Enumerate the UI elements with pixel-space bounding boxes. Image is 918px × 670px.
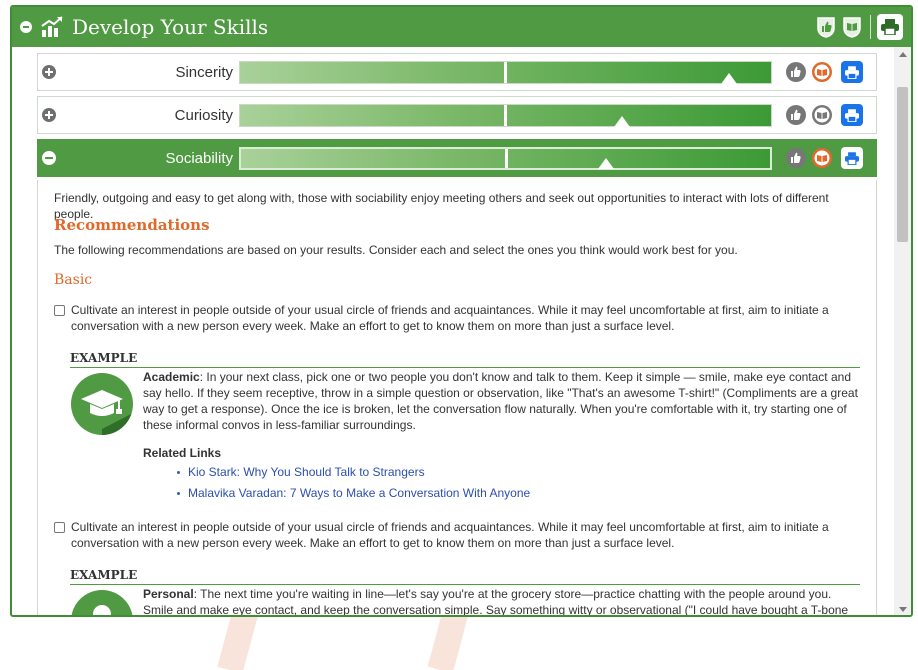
- page-title: Develop Your Skills: [72, 15, 269, 39]
- scroll-up-arrow-icon[interactable]: [899, 52, 907, 57]
- panel-header: Develop Your Skills: [12, 7, 911, 47]
- skill-label: Curiosity: [174, 106, 233, 124]
- print-row-button[interactable]: [841, 61, 863, 83]
- expand-icon[interactable]: [42, 65, 56, 79]
- print-icon: [881, 19, 899, 35]
- skills-scroll-area[interactable]: Sincerity Curiosity Sociability Friendly…: [12, 47, 895, 617]
- score-marker: [614, 115, 631, 127]
- recommendations-intro: The following recommendations are based …: [54, 243, 738, 257]
- recommendations-heading: Recommendations: [54, 216, 210, 234]
- develop-skills-panel: Develop Your Skills Sincerity Curiosity …: [10, 5, 913, 617]
- recommendation-text: Cultivate an interest in people outside …: [71, 303, 829, 333]
- midpoint-line: [504, 104, 507, 126]
- book-icon[interactable]: [811, 147, 833, 169]
- related-link[interactable]: Kio Stark: Why You Should Talk to Strang…: [188, 465, 425, 479]
- book-icon[interactable]: [811, 61, 833, 83]
- recommendation-text: Cultivate an interest in people outside …: [71, 520, 829, 550]
- scroll-down-arrow-icon[interactable]: [899, 607, 907, 612]
- skill-label: Sociability: [165, 149, 233, 167]
- book-icon[interactable]: [811, 104, 833, 126]
- skill-score-bar: [239, 103, 772, 127]
- list-item: Malavika Varadan: 7 Ways to Make a Conve…: [176, 485, 530, 501]
- print-row-button[interactable]: [841, 104, 863, 126]
- list-item: Kio Stark: Why You Should Talk to Strang…: [176, 464, 530, 480]
- midpoint-line: [505, 148, 508, 168]
- scrollbar-thumb[interactable]: [897, 87, 908, 242]
- thumbs-up-icon[interactable]: [785, 61, 807, 83]
- graduation-cap-icon: [71, 373, 133, 435]
- example-text: Personal: The next time you're waiting i…: [143, 586, 861, 617]
- skill-score-bar: [239, 146, 772, 170]
- example-heading: EXAMPLE: [70, 567, 860, 585]
- chart-growth-icon: [41, 16, 63, 37]
- skill-score-bar: [239, 60, 772, 84]
- book-badge-icon[interactable]: [842, 16, 862, 38]
- collapse-icon[interactable]: [42, 151, 56, 165]
- related-link[interactable]: Malavika Varadan: 7 Ways to Make a Conve…: [188, 486, 530, 500]
- skill-row-sincerity[interactable]: Sincerity: [37, 53, 877, 91]
- basic-heading: Basic: [54, 272, 93, 288]
- thumbs-up-badge-icon[interactable]: [816, 16, 836, 38]
- expand-icon[interactable]: [42, 108, 56, 122]
- vertical-scrollbar[interactable]: [894, 47, 911, 615]
- example-body: : The next time you're waiting in line—l…: [143, 587, 849, 617]
- print-icon: [845, 65, 859, 79]
- thumbs-up-icon[interactable]: [785, 147, 807, 169]
- example-kind: Academic: [143, 370, 200, 384]
- recommendation-item: Cultivate an interest in people outside …: [54, 519, 859, 551]
- person-icon: [71, 590, 133, 615]
- print-icon: [845, 151, 859, 165]
- skill-label: Sincerity: [175, 63, 233, 81]
- print-button[interactable]: [877, 14, 903, 40]
- example-body: : In your next class, pick one or two pe…: [143, 370, 858, 432]
- related-links-list: Kio Stark: Why You Should Talk to Strang…: [176, 464, 530, 506]
- related-links-heading: Related Links: [143, 446, 222, 460]
- skill-row-curiosity[interactable]: Curiosity: [37, 96, 877, 134]
- collapse-icon[interactable]: [20, 21, 32, 33]
- print-row-button[interactable]: [841, 147, 863, 169]
- recommendation-item: Cultivate an interest in people outside …: [54, 302, 859, 334]
- example-heading: EXAMPLE: [70, 350, 860, 368]
- midpoint-line: [504, 61, 507, 83]
- skill-row-sociability[interactable]: Sociability: [37, 139, 877, 177]
- sociability-details: Friendly, outgoing and easy to get along…: [37, 180, 877, 617]
- example-text: Academic: In your next class, pick one o…: [143, 369, 861, 433]
- score-marker: [598, 157, 614, 169]
- recommendation-checkbox[interactable]: [54, 522, 65, 533]
- recommendation-checkbox[interactable]: [54, 305, 65, 316]
- header-divider: [870, 15, 871, 39]
- thumbs-up-icon[interactable]: [785, 104, 807, 126]
- score-marker: [720, 72, 737, 84]
- example-kind: Personal: [143, 587, 194, 601]
- print-icon: [845, 108, 859, 122]
